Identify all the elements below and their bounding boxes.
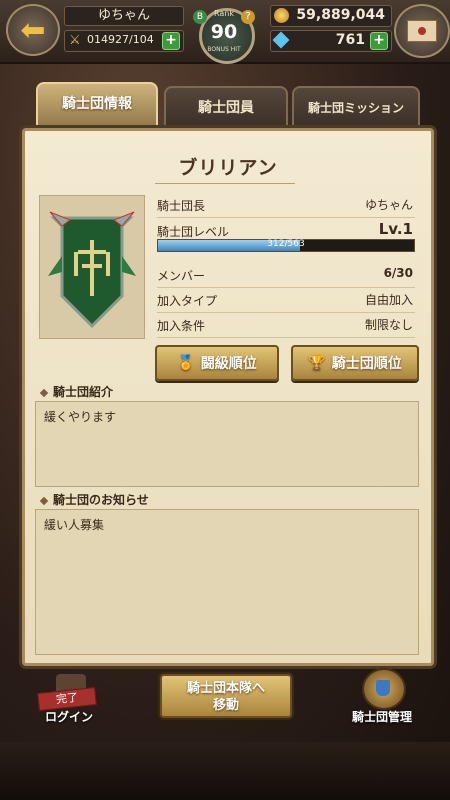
- login-label: ログイン: [44, 710, 93, 724]
- exp-bar: 312/563: [157, 239, 415, 252]
- tab-guild-members[interactable]: 騎士団員: [164, 86, 288, 130]
- class-ranking-button[interactable]: 🏅 闘級順位: [155, 345, 279, 381]
- leader-value[interactable]: ゆちゃん: [365, 196, 413, 213]
- top-status-bar: ⬅ ゆちゃん ⚔ 014927/104 + Rank 90 BONUS HIT …: [0, 0, 450, 64]
- gem-value: 761: [335, 32, 365, 48]
- move-line2: 移動: [212, 698, 239, 713]
- footer-background: [0, 742, 450, 800]
- guild-emblem: [39, 195, 145, 339]
- intro-textbox: 緩くやります: [35, 401, 419, 487]
- player-name: ゆちゃん: [64, 6, 184, 26]
- guild-ranking-button[interactable]: 🏆 騎士団順位: [291, 345, 419, 381]
- medal-icon: 🏅: [177, 355, 195, 371]
- diamond-bullet-icon: [39, 496, 49, 505]
- members-label: メンバー: [157, 269, 206, 283]
- login-bonus-button[interactable]: 完了 ログイン: [24, 670, 114, 730]
- mail-icon: [407, 20, 437, 42]
- gold-display: 59,889,044: [270, 5, 392, 27]
- leader-row: 騎士団長 ゆちゃん: [157, 193, 415, 218]
- move-line1: 騎士団本隊へ: [186, 681, 265, 696]
- guild-name: ブリリアン: [178, 157, 278, 179]
- intro-text: 緩くやります: [44, 410, 117, 424]
- level-value: Lv.1: [378, 220, 413, 238]
- add-gems-button[interactable]: +: [370, 32, 388, 50]
- help-icon[interactable]: ?: [241, 10, 255, 24]
- tab-guild-missions[interactable]: 騎士団ミッション: [292, 86, 420, 130]
- title-divider: [155, 183, 295, 184]
- gold-coin-icon: [274, 8, 289, 23]
- boost-icon: B: [193, 10, 207, 24]
- notice-header: 騎士団のお知らせ: [39, 491, 149, 508]
- mail-button[interactable]: [394, 4, 450, 58]
- rank-bonus-label: BONUS HIT: [207, 46, 241, 53]
- back-arrow-icon: ⬅: [20, 12, 46, 48]
- back-button[interactable]: ⬅: [6, 4, 60, 56]
- guild-manage-button[interactable]: 騎士団管理: [340, 668, 424, 728]
- class-ranking-label: 闘級順位: [200, 356, 257, 372]
- notice-header-text: 騎士団のお知らせ: [53, 493, 149, 507]
- gear-shield-icon: [362, 668, 406, 710]
- rank-value: 90: [210, 21, 238, 43]
- exp-text: 312/563: [267, 239, 305, 249]
- join-cond-value: 制限なし: [364, 318, 413, 332]
- members-row: メンバー 6/30: [157, 263, 415, 288]
- guild-ranking-label: 騎士団順位: [331, 356, 402, 372]
- join-cond-row: 加入条件 制限なし: [157, 313, 415, 338]
- intro-header-text: 騎士団紹介: [53, 385, 114, 399]
- join-cond-label: 加入条件: [157, 319, 206, 333]
- level-label: 騎士団レベル: [157, 225, 230, 239]
- join-type-label: 加入タイプ: [157, 294, 218, 308]
- trophy-icon: 🏆: [308, 355, 326, 371]
- guild-manage-label: 騎士団管理: [351, 710, 412, 724]
- gold-value: 59,889,044: [296, 7, 385, 23]
- guild-info-panel: ブリリアン 騎士団長 ゆちゃん 騎士団レベル Lv.1 312/563 メンバー…: [22, 128, 434, 666]
- members-value: 6/30: [383, 266, 413, 280]
- add-stamina-button[interactable]: +: [162, 32, 180, 50]
- diamond-bullet-icon: [39, 388, 49, 397]
- leader-label: 騎士団長: [157, 199, 206, 213]
- tab-guild-info[interactable]: 騎士団情報: [36, 82, 158, 130]
- notice-text: 緩い人募集: [44, 518, 105, 532]
- rank-emblem[interactable]: Rank 90 BONUS HIT B ?: [193, 4, 257, 66]
- gem-icon: [272, 31, 290, 49]
- guild-banner-icon: [48, 211, 136, 329]
- stamina-value: 014927/104: [87, 33, 154, 46]
- intro-header: 騎士団紹介: [39, 383, 114, 400]
- stamina-icon: ⚔: [69, 33, 81, 48]
- join-type-row: 加入タイプ 自由加入: [157, 288, 415, 313]
- notice-textbox: 緩い人募集: [35, 509, 419, 655]
- move-to-main-guild-button[interactable]: 騎士団本隊へ 移動: [160, 674, 292, 718]
- join-type-value: 自由加入: [364, 293, 413, 307]
